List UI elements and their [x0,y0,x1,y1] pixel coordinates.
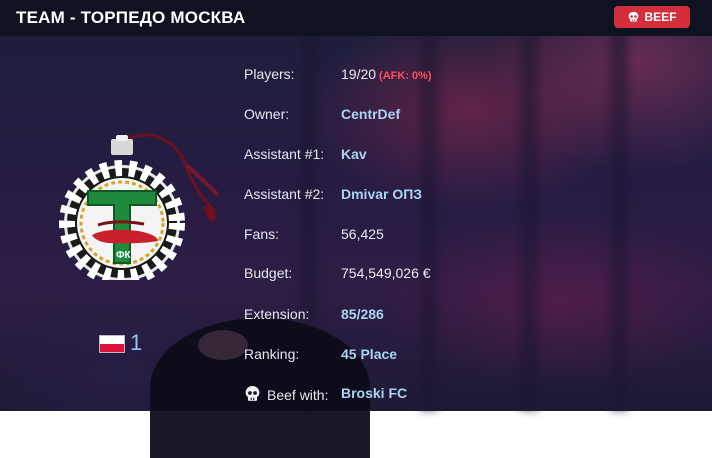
background-stripe [420,30,438,411]
players-label: Players: [244,66,295,82]
fans-label: Fans: [244,226,280,242]
assistant1-link[interactable]: Kav [341,146,367,162]
beef-with-link[interactable]: Broski FC [341,385,407,401]
beef-with-label-group: Beef with: [244,385,328,404]
ranking-link[interactable]: 45 Place [341,346,397,362]
assistant2-link[interactable]: Dmivar ОПЗ [341,186,422,202]
svg-text:ФК: ФК [116,250,132,261]
country-flag [99,335,125,353]
players-value: 19/20 [341,66,377,82]
background-stripe [610,30,628,411]
extension-label: Extension: [244,306,310,322]
beef-with-label: Beef with: [267,386,329,403]
owner-link[interactable]: CentrDef [341,106,400,122]
players-value-group: 19/20 (AFK: 0%) [341,66,432,82]
ranking-label: Ranking: [244,346,300,362]
fans-value: 56,425 [341,226,384,242]
country-rank: 1 [130,330,143,355]
afk-value: (AFK: 0%) [379,70,432,82]
extension-link[interactable]: 85/286 [341,306,384,322]
beef-button[interactable]: BEEF [614,6,690,28]
budget-label: Budget: [244,265,293,281]
assistant2-label: Assistant #2: [244,186,325,202]
team-title: TEAM - ТОРПЕДО МОСКВА [16,8,246,27]
background-stripe [520,30,538,411]
budget-value: 754,549,026 € [341,265,431,281]
beef-button-label: BEEF [644,10,677,24]
owner-label: Owner: [244,106,290,122]
background-silhouette-detail [198,330,248,360]
team-crest: ФК [59,133,220,280]
skull-icon [629,11,639,22]
skull-icon [245,386,260,401]
assistant1-label: Assistant #1: [244,146,325,162]
page-header: TEAM - ТОРПЕДО МОСКВА BEEF [0,0,712,36]
